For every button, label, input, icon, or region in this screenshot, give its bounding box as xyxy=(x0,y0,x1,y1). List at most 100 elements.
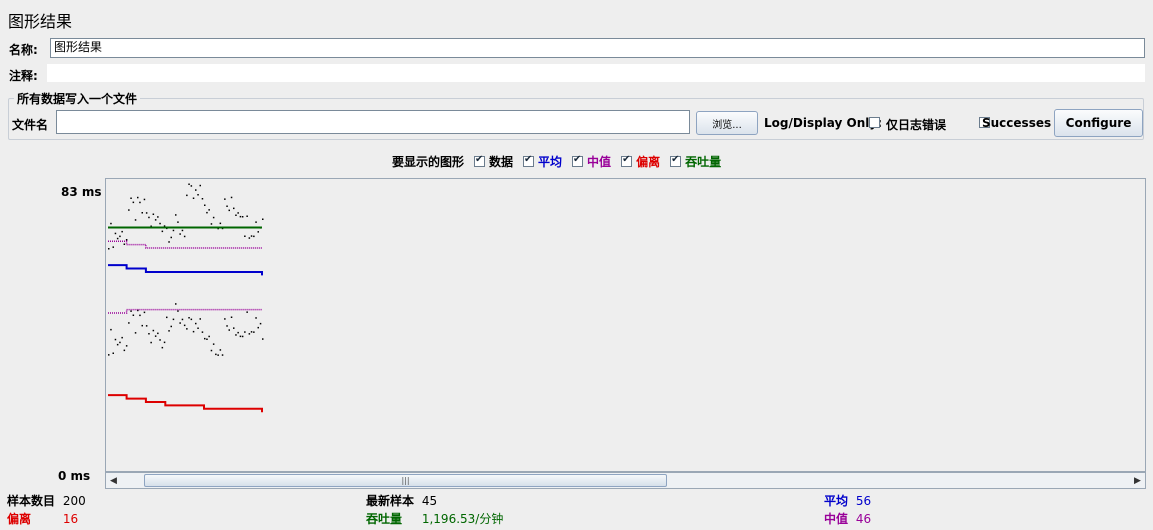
scrollbar-thumb[interactable]: ||| xyxy=(144,474,667,487)
data-point-low xyxy=(221,354,224,356)
data-point-high xyxy=(112,246,114,248)
graph-toggle-label: 偏离 xyxy=(636,155,661,169)
data-point-high xyxy=(177,221,179,223)
data-point-low xyxy=(259,322,262,325)
data-point-low xyxy=(177,310,179,312)
graph-toggle-3[interactable]: 偏离 xyxy=(621,153,660,170)
data-point-high xyxy=(253,235,255,238)
data-point-high xyxy=(154,219,157,221)
configure-button[interactable]: Configure xyxy=(1054,109,1143,137)
data-point-low xyxy=(179,322,181,324)
data-point-high xyxy=(145,212,148,214)
data-point-high xyxy=(246,215,248,217)
graph-toggle-1[interactable]: 平均 xyxy=(523,153,562,170)
data-point-low xyxy=(181,318,184,321)
stat-latest-value: 45 xyxy=(421,494,438,508)
data-point-low xyxy=(217,354,219,356)
errors-only-label: 仅日志错误 xyxy=(886,118,947,132)
data-point-low xyxy=(145,325,148,327)
data-point-low xyxy=(110,328,112,331)
data-point-high xyxy=(128,209,130,211)
filename-label: 文件名 xyxy=(12,118,49,132)
data-point-high xyxy=(137,196,139,199)
data-point-high xyxy=(125,239,128,241)
data-point-high xyxy=(201,198,204,200)
data-point-high xyxy=(134,219,137,221)
data-point-low xyxy=(130,310,132,312)
filename-input[interactable] xyxy=(56,110,690,134)
data-point-high xyxy=(190,185,193,187)
data-point-high xyxy=(148,216,150,219)
data-point-high xyxy=(123,243,126,245)
graph-horizontal-scrollbar[interactable]: ◀ ||| ▶ xyxy=(105,472,1146,489)
data-point-low xyxy=(168,330,170,332)
data-point-low xyxy=(154,335,157,337)
stat-throughput: 吞吐量 1,196.53/分钟 xyxy=(366,510,503,527)
data-point-high xyxy=(179,233,181,235)
data-point-low xyxy=(253,331,255,333)
data-point-low xyxy=(192,330,195,333)
data-point-high xyxy=(210,223,213,225)
data-point-high xyxy=(183,235,186,238)
stat-median-label: 中值 xyxy=(824,512,849,526)
scroll-right-arrow-icon[interactable]: ▶ xyxy=(1130,473,1145,488)
data-point-low xyxy=(212,343,215,345)
checkbox-icon[interactable] xyxy=(621,154,633,167)
stat-deviation-label: 偏离 xyxy=(7,512,32,526)
data-point-low xyxy=(123,349,126,352)
browse-button[interactable]: 浏览... xyxy=(696,111,758,135)
data-point-high xyxy=(248,237,251,239)
graph-toggle-4[interactable]: 吞吐量 xyxy=(670,153,721,170)
checkbox-icon[interactable] xyxy=(474,154,486,167)
data-point-high xyxy=(172,229,175,232)
data-point-low xyxy=(246,311,248,313)
name-field[interactable]: 图形结果 xyxy=(50,38,1145,58)
data-point-high xyxy=(244,235,246,237)
data-point-high xyxy=(181,229,184,232)
data-point-low xyxy=(206,338,208,340)
scroll-left-arrow-icon[interactable]: ◀ xyxy=(106,473,121,488)
checkbox-icon[interactable] xyxy=(523,154,535,167)
data-point-low xyxy=(166,316,168,319)
series-line-5 xyxy=(108,240,262,249)
data-point-low xyxy=(116,343,119,346)
data-point-low xyxy=(188,317,190,319)
data-point-low xyxy=(112,352,114,354)
data-point-low xyxy=(197,327,199,329)
data-point-low xyxy=(241,335,244,338)
graph-toggle-2[interactable]: 中值 xyxy=(572,153,611,170)
comment-field[interactable] xyxy=(47,64,1145,82)
stat-average: 平均 56 xyxy=(824,492,871,509)
graph-toggle-0[interactable]: 数据 xyxy=(474,153,513,170)
data-point-low xyxy=(157,332,159,335)
y-axis-max-label: 83 ms xyxy=(61,185,102,199)
data-point-low xyxy=(132,314,135,316)
stat-average-label: 平均 xyxy=(824,494,849,508)
data-point-low xyxy=(224,318,226,320)
data-point-low xyxy=(201,331,204,333)
data-point-high xyxy=(233,207,235,210)
data-point-low xyxy=(244,331,246,333)
stat-latest: 最新样本 45 xyxy=(366,492,437,509)
data-point-low xyxy=(119,341,121,344)
stat-samples-value: 200 xyxy=(62,494,86,508)
data-point-high xyxy=(239,215,242,218)
data-point-high xyxy=(257,231,259,233)
errors-only-checkbox[interactable] xyxy=(869,117,880,128)
data-point-high xyxy=(186,194,188,197)
data-point-low xyxy=(121,336,123,339)
data-point-high xyxy=(143,198,146,201)
data-point-high xyxy=(237,212,239,214)
data-point-low xyxy=(143,311,146,314)
data-point-low xyxy=(150,341,152,344)
stat-latest-label: 最新样本 xyxy=(366,494,415,508)
data-point-low xyxy=(139,314,141,317)
checkbox-icon[interactable] xyxy=(572,154,584,167)
data-point-low xyxy=(195,322,197,325)
graphs-to-display-label: 要显示的图形 xyxy=(392,155,465,169)
graph-toggle-label: 平均 xyxy=(538,155,563,169)
stat-deviation: 偏离 16 xyxy=(7,510,78,527)
successes-label: Successes xyxy=(982,116,1052,130)
data-point-low xyxy=(233,327,235,329)
checkbox-icon[interactable] xyxy=(670,154,682,167)
